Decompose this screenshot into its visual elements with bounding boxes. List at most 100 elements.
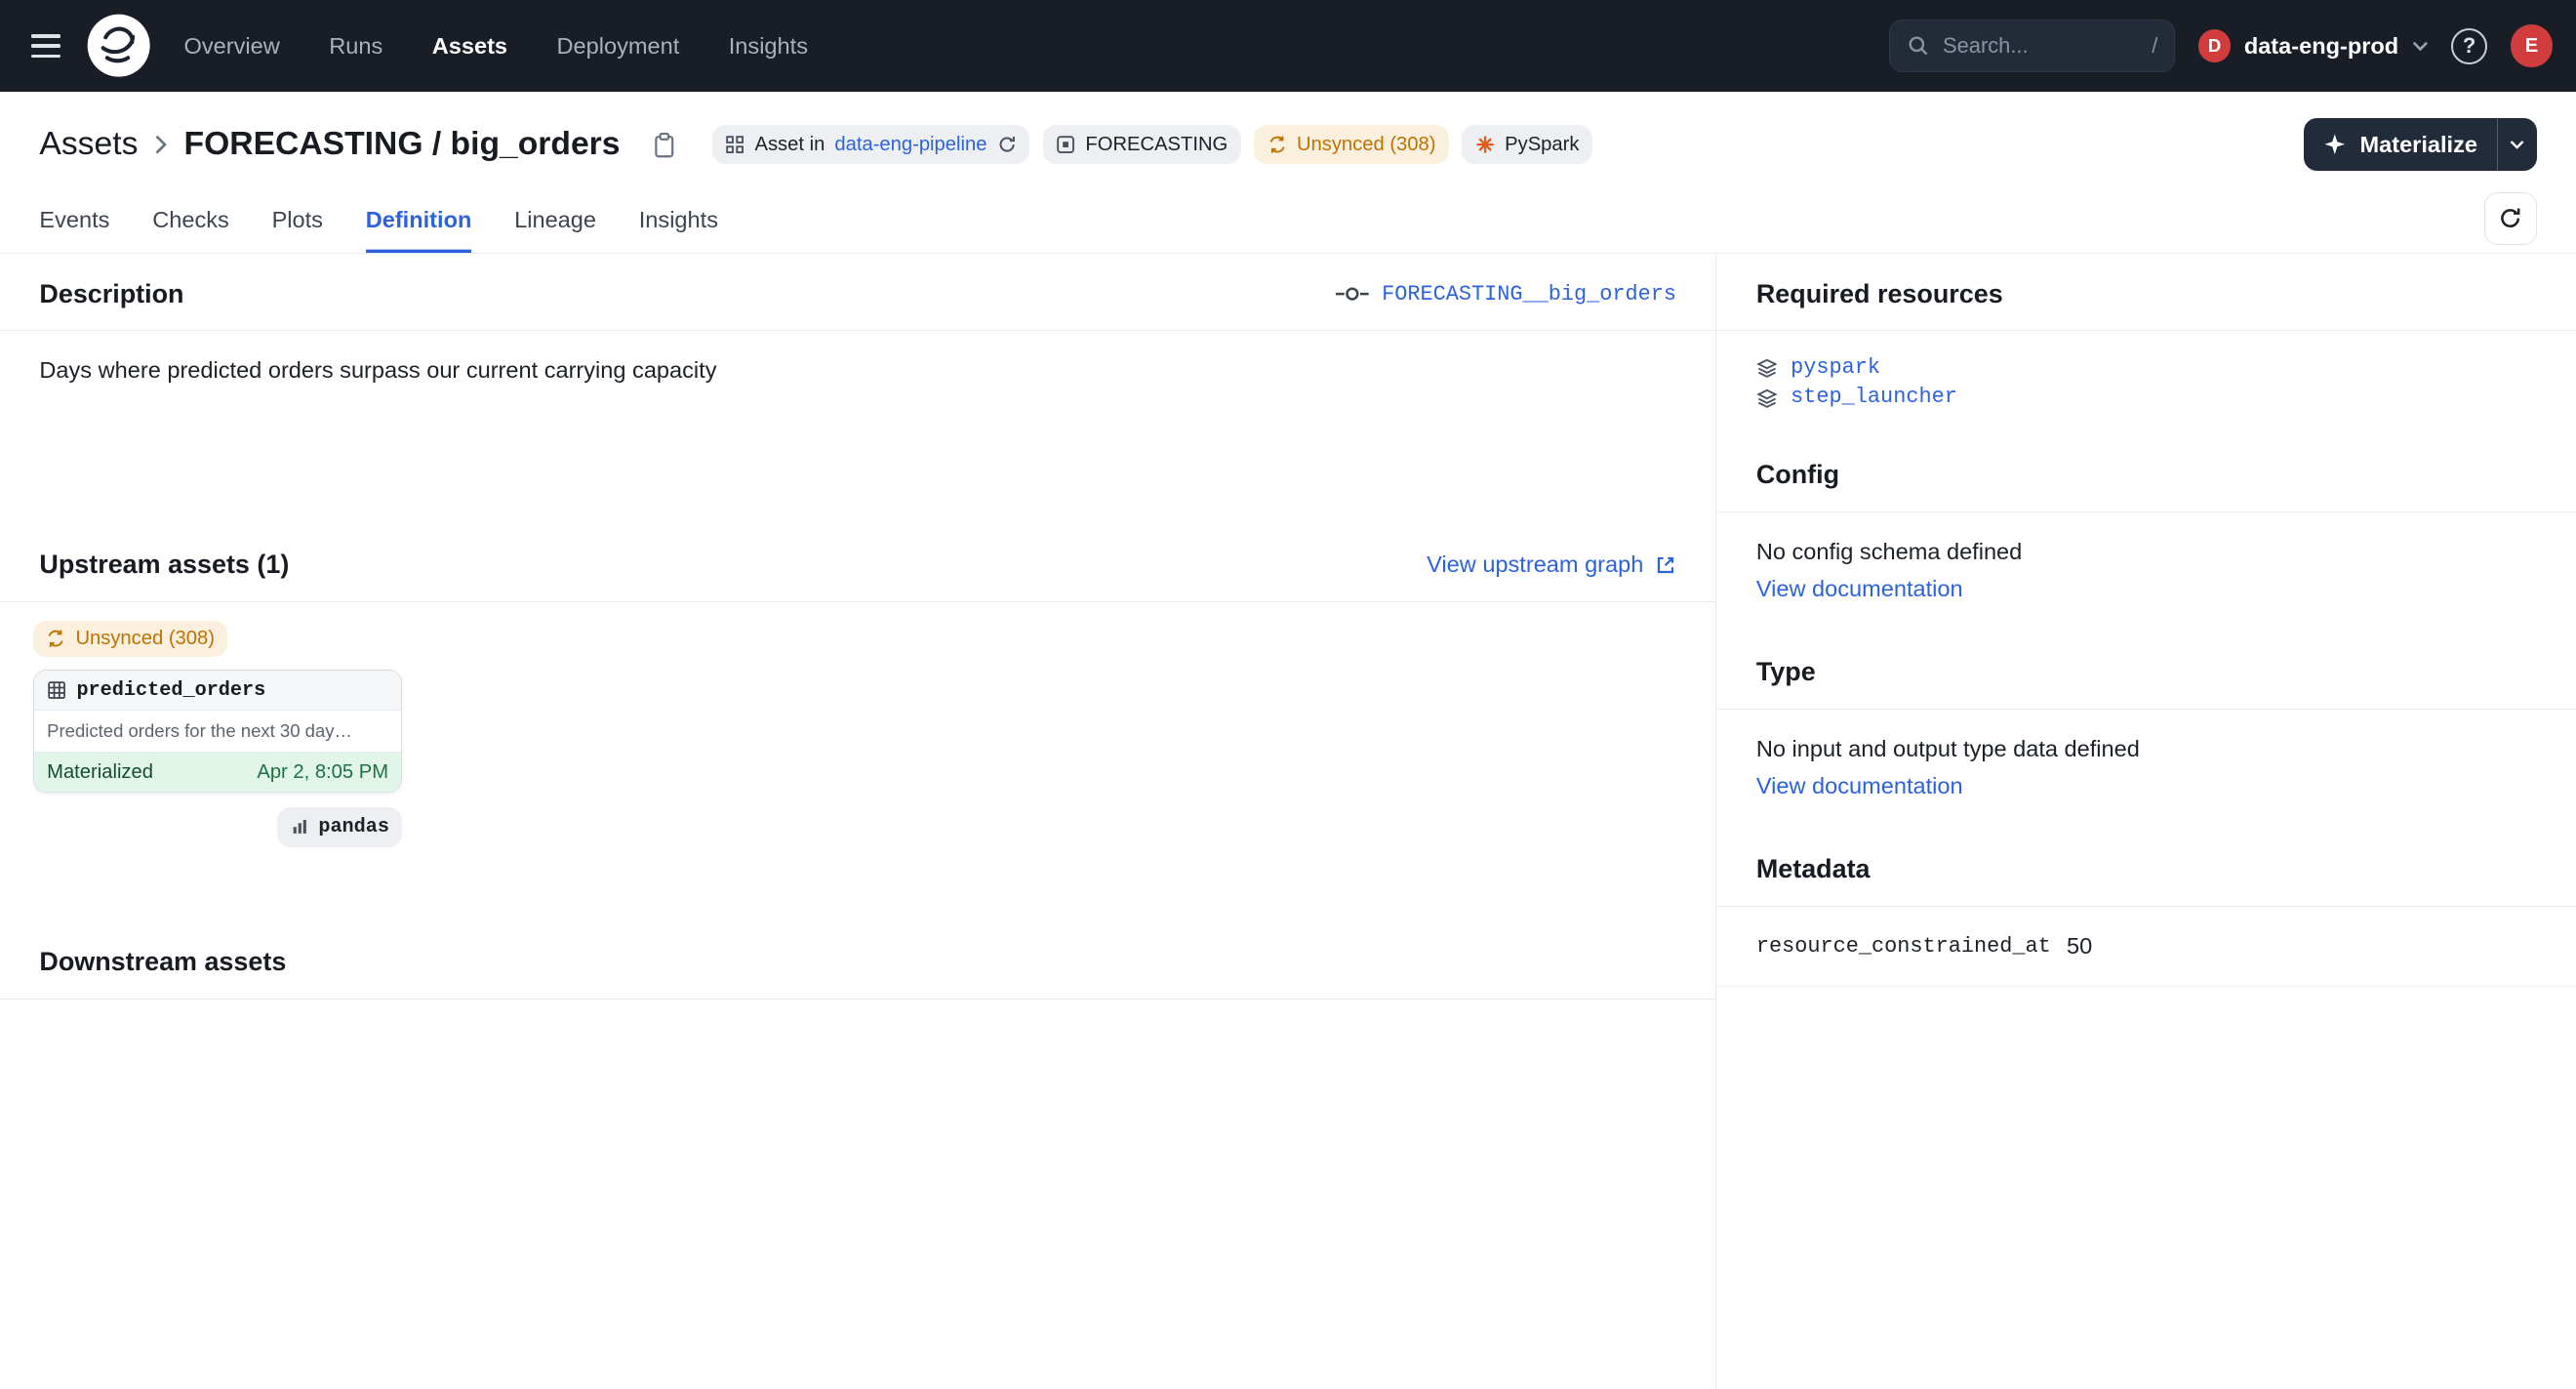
tab-definition[interactable]: Definition bbox=[366, 190, 472, 253]
tab-events[interactable]: Events bbox=[39, 190, 109, 253]
hamburger-menu-icon[interactable] bbox=[23, 21, 73, 71]
bar-chart-icon bbox=[291, 818, 309, 837]
compute-kind-label: PySpark bbox=[1505, 134, 1579, 156]
resource-link-pyspark[interactable]: pyspark bbox=[1756, 354, 2537, 383]
asset-card-name: predicted_orders bbox=[76, 679, 265, 702]
pandas-tag[interactable]: pandas bbox=[277, 807, 402, 846]
config-heading: Config bbox=[1756, 460, 1839, 490]
compute-kind-tag[interactable]: PySpark bbox=[1462, 125, 1592, 164]
copy-asset-key-icon[interactable] bbox=[653, 132, 676, 158]
downstream-section-header: Downstream assets bbox=[0, 922, 1715, 1000]
nav-item-overview[interactable]: Overview bbox=[184, 33, 280, 60]
tab-plots[interactable]: Plots bbox=[272, 190, 323, 253]
primary-nav: Overview Runs Assets Deployment Insights bbox=[184, 33, 808, 60]
description-heading: Description bbox=[39, 279, 183, 309]
tab-insights[interactable]: Insights bbox=[639, 190, 718, 253]
search-icon bbox=[1907, 34, 1930, 58]
top-nav: Overview Runs Assets Deployment Insights… bbox=[0, 0, 2576, 92]
search-input[interactable] bbox=[1943, 33, 2107, 59]
deployment-name: data-eng-prod bbox=[2244, 33, 2398, 60]
upstream-asset-card[interactable]: predicted_orders Predicted orders for th… bbox=[33, 670, 403, 793]
group-tag[interactable]: FORECASTING bbox=[1043, 125, 1241, 164]
metadata-key: resource_constrained_at bbox=[1756, 934, 2067, 959]
config-section-header: Config bbox=[1716, 435, 2576, 512]
metadata-value: 50 bbox=[2067, 933, 2092, 960]
asset-card-header: predicted_orders bbox=[34, 671, 402, 711]
tab-checks[interactable]: Checks bbox=[152, 190, 229, 253]
resource-link-label: step_launcher bbox=[1791, 384, 1957, 412]
resource-link-step-launcher[interactable]: step_launcher bbox=[1756, 384, 2537, 412]
metadata-row: resource_constrained_at 50 bbox=[1716, 907, 2576, 987]
table-icon bbox=[47, 680, 66, 700]
upstream-unsynced-badge[interactable]: Unsynced (308) bbox=[33, 621, 228, 657]
page-title: FORECASTING / big_orders bbox=[184, 126, 621, 163]
asset-node-icon bbox=[1336, 284, 1369, 304]
config-body: No config schema defined View documentat… bbox=[1716, 512, 2576, 633]
type-view-documentation-link[interactable]: View documentation bbox=[1756, 773, 1963, 799]
upstream-unsynced-label: Unsynced (308) bbox=[75, 628, 215, 650]
metadata-table: resource_constrained_at 50 bbox=[1716, 907, 2576, 987]
pandas-tag-label: pandas bbox=[318, 816, 389, 838]
nav-right-cluster: / D data-eng-prod ? E bbox=[1889, 20, 2553, 72]
refresh-small-icon[interactable] bbox=[997, 135, 1017, 154]
breadcrumb: Assets FORECASTING / big_orders bbox=[39, 126, 675, 163]
deployment-switcher[interactable]: D data-eng-prod bbox=[2198, 29, 2429, 62]
description-section-header: Description FORECASTING__big_orders bbox=[0, 254, 1715, 331]
nav-item-runs[interactable]: Runs bbox=[329, 33, 382, 60]
pyspark-icon bbox=[1475, 135, 1495, 154]
asset-tag-row: Asset in data-eng-pipeline FORECASTING U… bbox=[712, 125, 1592, 164]
upstream-section-header: Upstream assets (1) View upstream graph bbox=[0, 525, 1715, 602]
asset-key-link-label: FORECASTING__big_orders bbox=[1382, 282, 1676, 306]
asset-card-description: Predicted orders for the next 30 day… bbox=[34, 711, 402, 753]
description-text: Days where predicted orders surpass our … bbox=[0, 331, 1715, 525]
definition-left-column: Description FORECASTING__big_orders Days… bbox=[0, 254, 1716, 1388]
config-empty-text: No config schema defined bbox=[1756, 539, 2537, 565]
resource-link-label: pyspark bbox=[1791, 354, 1880, 383]
upstream-assets-body: Unsynced (308) predicted_orders Predicte… bbox=[0, 602, 1715, 846]
help-icon[interactable]: ? bbox=[2451, 28, 2487, 64]
materialize-button-group: Materialize bbox=[2304, 118, 2536, 171]
materialize-dropdown-button[interactable] bbox=[2497, 118, 2536, 171]
job-icon bbox=[725, 135, 745, 154]
downstream-heading: Downstream assets bbox=[39, 947, 286, 977]
nav-item-deployment[interactable]: Deployment bbox=[557, 33, 680, 60]
resources-list: pyspark step_launcher bbox=[1716, 331, 2576, 434]
metadata-heading: Metadata bbox=[1756, 854, 1871, 884]
sparkle-icon bbox=[2323, 133, 2347, 156]
app-window: Overview Runs Assets Deployment Insights… bbox=[0, 0, 2576, 1389]
nav-item-assets[interactable]: Assets bbox=[432, 33, 507, 60]
tab-bar: Events Checks Plots Definition Lineage I… bbox=[0, 190, 2576, 254]
sync-icon bbox=[1268, 135, 1287, 154]
definition-right-column: Required resources pyspark step_launcher bbox=[1716, 254, 2576, 1388]
config-view-documentation-link[interactable]: View documentation bbox=[1756, 576, 1963, 602]
job-tag-prefix: Asset in bbox=[755, 134, 825, 156]
resources-heading: Required resources bbox=[1756, 279, 2003, 309]
search-box[interactable]: / bbox=[1889, 20, 2175, 72]
materialize-button[interactable]: Materialize bbox=[2304, 118, 2497, 171]
materialized-status-label: Materialized bbox=[47, 761, 153, 784]
tab-lineage[interactable]: Lineage bbox=[514, 190, 596, 253]
dagster-logo[interactable] bbox=[86, 13, 151, 78]
user-avatar[interactable]: E bbox=[2511, 24, 2554, 67]
search-shortcut-hint: / bbox=[2152, 33, 2157, 59]
deployment-badge: D bbox=[2198, 29, 2232, 62]
unsynced-tag[interactable]: Unsynced (308) bbox=[1254, 125, 1449, 164]
asset-key-link[interactable]: FORECASTING__big_orders bbox=[1336, 282, 1676, 306]
breadcrumb-chevron-icon bbox=[154, 135, 167, 154]
type-section-header: Type bbox=[1716, 633, 2576, 710]
type-empty-text: No input and output type data defined bbox=[1756, 736, 2537, 762]
resources-section-header: Required resources bbox=[1716, 254, 2576, 331]
job-pipeline-link[interactable]: data-eng-pipeline bbox=[834, 134, 986, 156]
breadcrumb-assets-link[interactable]: Assets bbox=[39, 126, 138, 163]
refresh-button[interactable] bbox=[2484, 192, 2537, 245]
type-heading: Type bbox=[1756, 657, 1816, 687]
layers-icon bbox=[1756, 388, 1778, 409]
group-tag-label: FORECASTING bbox=[1085, 134, 1228, 156]
upstream-heading: Upstream assets (1) bbox=[39, 550, 289, 580]
nav-item-insights[interactable]: Insights bbox=[729, 33, 808, 60]
external-link-icon bbox=[1655, 554, 1676, 576]
unsynced-tag-label: Unsynced (308) bbox=[1297, 134, 1436, 156]
view-upstream-graph-link[interactable]: View upstream graph bbox=[1427, 552, 1676, 578]
layers-icon bbox=[1756, 357, 1778, 379]
materialized-timestamp-link[interactable]: Apr 2, 8:05 PM bbox=[257, 761, 388, 784]
